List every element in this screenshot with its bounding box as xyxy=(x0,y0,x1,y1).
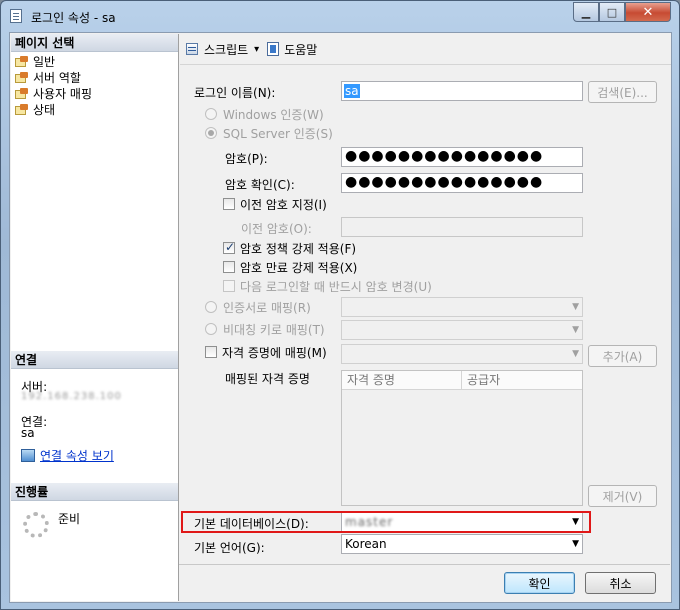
help-label: 도움말 xyxy=(284,42,318,57)
windows-auth-label: Windows 인증(W) xyxy=(223,108,324,122)
close-button[interactable]: ✕ xyxy=(625,2,671,22)
cred-map-select[interactable]: ▼ xyxy=(341,344,583,364)
password-label: 암호(P): xyxy=(225,152,268,166)
column-header-credential[interactable]: 자격 증명 xyxy=(342,371,462,389)
page-item-label: 일반 xyxy=(33,54,56,70)
add-credential-button[interactable]: 추가(A) xyxy=(588,345,657,367)
help-icon xyxy=(267,42,281,56)
page-item-general[interactable]: 일반 xyxy=(15,54,56,70)
enforce-policy-checkbox[interactable]: ✓ xyxy=(223,240,235,254)
view-connection-properties-link[interactable]: 연결 속성 보기 xyxy=(40,447,114,464)
enforce-policy-label: 암호 정책 강제 적용(F) xyxy=(240,242,357,256)
script-button[interactable]: 스크립트 ▾ xyxy=(186,41,259,58)
progress-status: 준비 xyxy=(58,512,81,526)
page-item-server-roles[interactable]: 서버 역할 xyxy=(15,70,81,86)
dropdown-arrow-icon: ▼ xyxy=(572,539,579,549)
page-item-label: 서버 역할 xyxy=(33,71,81,85)
default-language-label: 기본 언어(G): xyxy=(194,541,265,555)
password-input[interactable]: ●●●●●●●●●●●●●●● xyxy=(341,147,583,167)
asym-key-select[interactable]: ▼ xyxy=(341,320,583,340)
dropdown-arrow-icon: ▼ xyxy=(572,349,579,359)
windows-auth-radio[interactable] xyxy=(205,108,217,120)
specify-old-password-checkbox[interactable] xyxy=(223,198,235,210)
page-icon xyxy=(15,56,29,68)
window-title: 로그인 속성 - sa xyxy=(31,11,116,25)
page-item-status[interactable]: 상태 xyxy=(15,102,55,118)
script-label: 스크립트 xyxy=(204,42,249,57)
page-item-user-mapping[interactable]: 사용자 매핑 xyxy=(15,86,92,102)
properties-icon xyxy=(21,449,35,462)
cert-map-select[interactable]: ▼ xyxy=(341,297,583,317)
remove-credential-button[interactable]: 제거(V) xyxy=(588,485,657,507)
page-icon xyxy=(15,104,29,116)
mapped-credentials-list[interactable]: 자격 증명 공급자 xyxy=(341,370,583,506)
footer-divider xyxy=(179,564,670,565)
progress-header: 진행률 xyxy=(11,483,178,501)
connection-value: sa xyxy=(21,426,35,440)
toolbar: 스크립트 ▾ 도움말 xyxy=(180,34,671,64)
enforce-expiry-checkbox[interactable] xyxy=(223,261,235,273)
cert-map-radio[interactable] xyxy=(205,301,217,313)
ok-button[interactable]: 확인 xyxy=(504,572,575,594)
script-icon xyxy=(186,42,200,56)
page-icon xyxy=(15,88,29,100)
login-name-value: sa xyxy=(344,84,360,98)
toolbar-divider xyxy=(180,64,671,65)
cred-map-checkbox[interactable] xyxy=(205,346,217,358)
left-pane: 페이지 선택 일반 서버 역할 사용자 매핑 상태 연결 서버: 192.168… xyxy=(11,34,179,601)
confirm-password-label: 암호 확인(C): xyxy=(225,178,295,192)
dropdown-arrow-icon: ▼ xyxy=(572,302,579,312)
old-password-label: 이전 암호(O): xyxy=(241,222,312,236)
search-button[interactable]: 검색(E)... xyxy=(588,81,657,103)
confirm-password-input[interactable]: ●●●●●●●●●●●●●●● xyxy=(341,173,583,193)
app-icon xyxy=(10,9,22,23)
dropdown-arrow-icon: ▼ xyxy=(572,325,579,335)
specify-old-password-label: 이전 암호 지정(I) xyxy=(240,198,327,212)
cancel-button[interactable]: 취소 xyxy=(585,572,656,594)
default-language-select[interactable]: Korean ▼ xyxy=(341,534,583,554)
cred-map-label: 자격 증명에 매핑(M) xyxy=(222,346,327,360)
list-header: 자격 증명 공급자 xyxy=(342,371,582,390)
title-bar[interactable]: 로그인 속성 - sa ▁ □ ✕ xyxy=(1,1,679,33)
asym-key-radio[interactable] xyxy=(205,323,217,335)
cert-map-label: 인증서로 매핑(R) xyxy=(223,301,311,315)
sql-auth-label: SQL Server 인증(S) xyxy=(223,127,333,141)
enforce-expiry-label: 암호 만료 강제 적용(X) xyxy=(240,261,358,275)
page-item-label: 상태 xyxy=(33,103,56,117)
mapped-credentials-label: 매핑된 자격 증명 xyxy=(225,372,310,386)
maximize-button[interactable]: □ xyxy=(599,2,625,22)
help-button[interactable]: 도움말 xyxy=(259,41,317,58)
sql-auth-radio[interactable] xyxy=(205,127,217,139)
default-language-value: Korean xyxy=(345,537,387,551)
connection-header: 연결 xyxy=(11,351,178,369)
login-name-input[interactable]: sa xyxy=(341,81,583,101)
must-change-checkbox[interactable] xyxy=(223,280,235,292)
old-password-input[interactable] xyxy=(341,217,583,237)
page-item-label: 사용자 매핑 xyxy=(33,87,93,101)
page-icon xyxy=(15,72,29,84)
must-change-label: 다음 로그인할 때 반드시 암호 변경(U) xyxy=(240,280,432,294)
page-select-header: 페이지 선택 xyxy=(11,34,178,52)
login-name-label: 로그인 이름(N): xyxy=(194,86,276,100)
progress-spinner-icon xyxy=(23,512,49,538)
highlight-box xyxy=(181,511,591,533)
asym-key-label: 비대칭 키로 매핑(T) xyxy=(223,323,325,337)
dialog-window: 로그인 속성 - sa ▁ □ ✕ 페이지 선택 일반 서버 역할 사용자 매핑… xyxy=(0,0,680,610)
view-connection-properties[interactable]: 연결 속성 보기 xyxy=(21,447,114,464)
minimize-button[interactable]: ▁ xyxy=(573,2,599,22)
column-header-provider[interactable]: 공급자 xyxy=(462,371,582,389)
server-value: 192.168.238.100 xyxy=(21,391,122,402)
